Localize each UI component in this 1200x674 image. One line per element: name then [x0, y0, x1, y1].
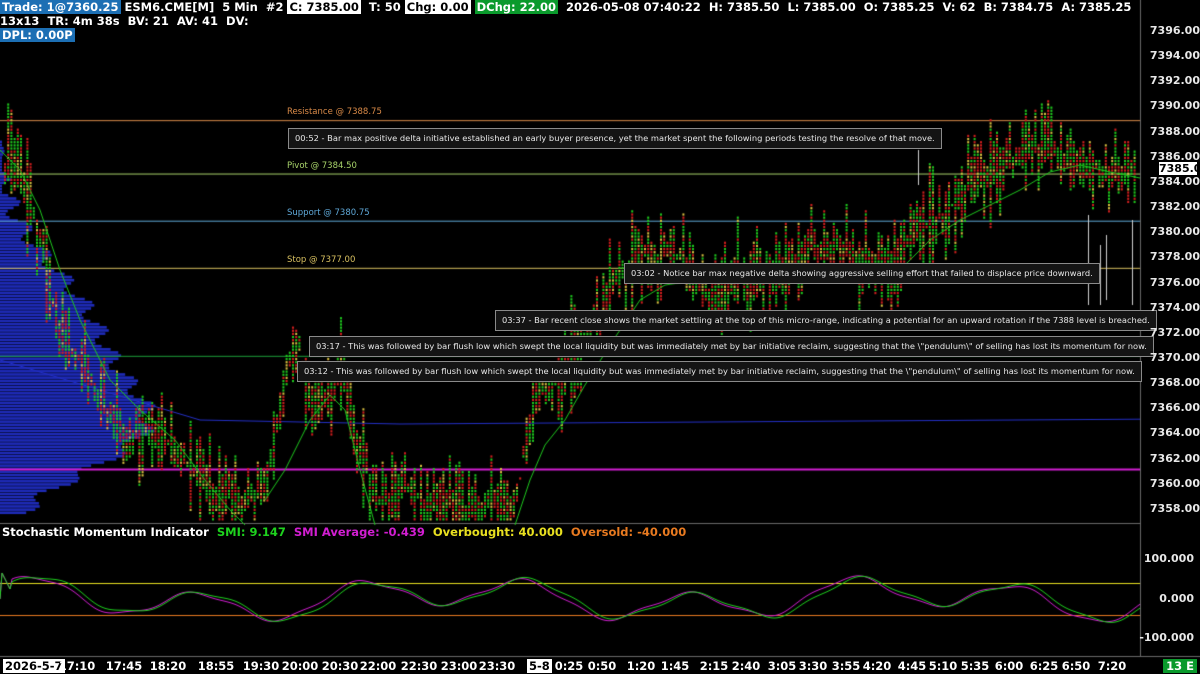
time-axis-label: 20:30	[321, 659, 359, 673]
time-axis-label: 2:15	[699, 659, 729, 673]
price-axis-label: 7384.00	[1149, 174, 1200, 188]
price-axis-label: 7378.00	[1149, 250, 1200, 264]
price-axis-label: 7362.00	[1149, 451, 1200, 465]
bid-volume-value: BV: 21	[127, 14, 169, 28]
time-axis-label: 0:50	[587, 659, 617, 673]
close-value: C: 7385.00	[287, 0, 361, 14]
timeframe: 5 Min	[222, 0, 258, 14]
change-value: Chg: 0.00	[404, 0, 471, 14]
smi-axis-100: 100.000	[1143, 552, 1194, 565]
time-axis-label: 6:50	[1061, 659, 1091, 673]
price-axis-label: 7396.00	[1149, 24, 1200, 37]
time-axis-label: 2:40	[731, 659, 761, 673]
price-axis-label: 7360.00	[1149, 476, 1200, 490]
time-axis-label: 5:35	[960, 659, 990, 673]
price-axis-label: 7376.00	[1149, 275, 1200, 289]
price-axis-label: 7368.00	[1149, 376, 1200, 390]
pivot-level-label: Pivot @ 7384.50	[287, 160, 357, 171]
time-axis-label: 4:20	[862, 659, 892, 673]
time-axis-label: 22:00	[359, 659, 397, 673]
price-axis-label: 7388.00	[1149, 124, 1200, 138]
time-axis-label: 18:55	[197, 659, 235, 673]
stop-level-label: Stop @ 7377.00	[287, 254, 356, 265]
ask-value: A: 7385.25	[1061, 0, 1132, 14]
time-axis-label: 0:25	[554, 659, 584, 673]
symbol: ESM6.CME[M]	[124, 0, 215, 14]
oversold-value: Oversold: -40.000	[570, 525, 687, 539]
low-value: L: 7385.00	[787, 0, 856, 14]
time-axis-label: 18:20	[149, 659, 187, 673]
delta-volume-label: DV:	[226, 14, 249, 28]
time-axis-label: 1:20	[626, 659, 656, 673]
time-axis-label: 23:00	[440, 659, 478, 673]
time-axis-label: 20:00	[281, 659, 319, 673]
note-0312[interactable]: 03:12 - This was followed by bar flush l…	[297, 361, 1142, 382]
price-axis-label: 7380.00	[1149, 225, 1200, 239]
current-price-marker: 7385.00	[1159, 162, 1200, 175]
price-axis-label: 7370.00	[1149, 350, 1200, 364]
price-axis-label: 7392.00	[1149, 74, 1200, 88]
indicator-name: Stochastic Momentum Indicator	[2, 525, 209, 539]
time-axis-label: 17:10	[58, 659, 96, 673]
time-axis-label: 5:10	[928, 659, 958, 673]
price-axis-label: 7366.00	[1149, 401, 1200, 415]
smi-value: SMI: 9.147	[216, 525, 286, 539]
price-axis-label: 7382.00	[1149, 200, 1200, 214]
price-axis-label: 7374.00	[1149, 300, 1200, 314]
volume-value: V: 62	[942, 0, 976, 14]
note-0302[interactable]: 03:02 - Notice bar max negative delta sh…	[624, 263, 1100, 284]
last-trade: Trade: 1@7360.25	[0, 0, 121, 14]
note-0317[interactable]: 03:17 - This was followed by bar flush l…	[309, 336, 1154, 357]
daily-change-value: DChg: 22.00	[474, 0, 558, 14]
time-axis-label: 3:30	[798, 659, 828, 673]
price-axis-label: 7364.00	[1149, 426, 1200, 440]
time-axis-label: 6:25	[1029, 659, 1059, 673]
time-axis-label: 4:45	[897, 659, 927, 673]
price-axis-label: 7390.00	[1149, 99, 1200, 113]
indicator-legend: Stochastic Momentum Indicator SMI: 9.147…	[2, 525, 686, 539]
timer-value: TR: 4m 38s	[47, 14, 120, 28]
dpl-value: DPL: 0.00P	[0, 28, 75, 42]
price-axis-label: 7394.00	[1149, 49, 1200, 63]
smi-average-value: SMI Average: -0.439	[293, 525, 425, 539]
time-zone-badge: 13 E	[1163, 659, 1197, 673]
price-axis-label: 7372.00	[1149, 325, 1200, 339]
mid-date-label: 5-8	[527, 659, 552, 673]
chart-header: Trade: 1@7360.25 ESM6.CME[M] 5 Min #2 C:…	[0, 0, 1146, 42]
time-axis-label: 19:30	[242, 659, 280, 673]
time-axis-label: 17:45	[105, 659, 143, 673]
bid-value: B: 7384.75	[983, 0, 1054, 14]
smi-axis-minus-100: -100.000	[1139, 631, 1194, 644]
time-axis-label: 22:30	[400, 659, 438, 673]
chart-number: #2	[265, 0, 284, 14]
overbought-value: Overbought: 40.000	[432, 525, 563, 539]
smi-axis-0: 0.000	[1159, 592, 1194, 605]
time-axis-label: 23:30	[478, 659, 516, 673]
ticks-value: T: 50	[368, 0, 401, 14]
price-axis-label: 7386.00	[1149, 149, 1200, 163]
price-axis-label: 7358.00	[1149, 501, 1200, 515]
note-0337[interactable]: 03:37 - Bar recent close shows the marke…	[495, 310, 1157, 331]
datetime-value: 2026-05-08 07:40:22	[566, 0, 701, 14]
time-axis-label: 3:05	[767, 659, 797, 673]
grid-value: 13x13	[0, 14, 40, 28]
time-axis-label: 7:20	[1097, 659, 1127, 673]
support-level-label: Support @ 7380.75	[287, 207, 370, 218]
open-value: O: 7385.25	[863, 0, 935, 14]
note-0052[interactable]: 00:52 - Bar max positive delta initiativ…	[288, 128, 942, 149]
time-axis-label: 6:00	[994, 659, 1024, 673]
time-axis-label: 1:45	[660, 659, 690, 673]
time-axis-label: 3:55	[831, 659, 861, 673]
high-value: H: 7385.50	[708, 0, 780, 14]
start-date-label: 2026-5-7	[3, 659, 65, 673]
ask-volume-value: AV: 41	[176, 14, 219, 28]
resistance-level-label: Resistance @ 7388.75	[287, 107, 382, 118]
